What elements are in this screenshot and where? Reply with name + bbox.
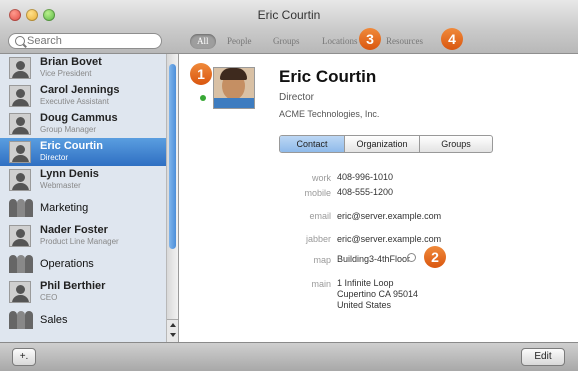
tab-contact[interactable]: Contact (280, 136, 345, 152)
contact-name: Carol Jennings (40, 84, 120, 96)
email-address[interactable]: eric@server.example.com (337, 211, 441, 221)
person-name: Eric Courtin (279, 67, 377, 86)
contact-row[interactable]: Nader Foster Product Line Manager (0, 222, 166, 250)
scope-all[interactable]: All (190, 34, 216, 49)
bottom-bar: +. Edit (0, 342, 578, 371)
contact-subtitle: CEO (40, 293, 58, 302)
search-input[interactable] (27, 34, 157, 48)
mobile-phone[interactable]: 408-555-1200 (337, 187, 393, 197)
callout-1: 1 (190, 63, 212, 85)
group-row[interactable]: Sales (0, 306, 166, 334)
contact-detail-pane: Eric Courtin Director ACME Technologies,… (179, 54, 578, 342)
person-icon (9, 225, 31, 247)
contact-subtitle: Product Line Manager (40, 237, 119, 246)
address-city[interactable]: Cupertino CA 95014 (337, 289, 418, 299)
person-title: Director (279, 92, 315, 103)
field-label: mobile (304, 188, 331, 198)
group-icon (9, 255, 33, 273)
field-label: jabber (305, 234, 331, 244)
contact-subtitle: Director (40, 153, 69, 162)
group-name: Sales (40, 314, 68, 326)
address-country[interactable]: United States (337, 300, 391, 310)
group-icon (9, 311, 33, 329)
field-label: email (309, 211, 331, 221)
add-button[interactable]: +. (12, 348, 36, 366)
person-icon (9, 85, 31, 107)
map-pin-icon[interactable] (407, 253, 416, 262)
contact-subtitle: Group Manager (40, 125, 97, 134)
contact-subtitle: Executive Assistant (40, 97, 109, 106)
work-phone[interactable]: 408-996-1010 (337, 172, 393, 182)
window-title: Eric Courtin (257, 8, 321, 22)
contact-row[interactable]: Brian Bovet Vice President (0, 54, 166, 82)
jabber-address[interactable]: eric@server.example.com (337, 234, 441, 244)
contact-name: Phil Berthier (40, 280, 106, 292)
scroll-arrows[interactable] (167, 319, 178, 342)
contact-row[interactable]: Doug Cammus Group Manager (0, 110, 166, 138)
contact-name: Eric Courtin (40, 140, 103, 152)
callout-3: 3 (359, 28, 381, 50)
scroll-down-icon[interactable] (170, 333, 176, 337)
group-name: Marketing (40, 202, 89, 214)
search-icon (15, 36, 25, 46)
person-icon (9, 281, 31, 303)
contact-name: Doug Cammus (40, 112, 118, 124)
contact-subtitle: Vice President (40, 69, 92, 78)
contacts-window: Eric Courtin All People Groups Locations… (0, 0, 578, 371)
person-icon (9, 169, 31, 191)
field-label: main (311, 279, 331, 289)
callout-4: 4 (441, 28, 463, 50)
person-icon (9, 141, 31, 163)
contact-row[interactable]: Lynn Denis Webmaster (0, 166, 166, 194)
group-name: Operations (40, 258, 94, 270)
contact-row[interactable]: Carol Jennings Executive Assistant (0, 82, 166, 110)
person-icon (9, 113, 31, 135)
contact-name: Nader Foster (40, 224, 108, 236)
contact-row-selected[interactable]: Eric Courtin Director (0, 138, 166, 166)
contact-row[interactable]: Phil Berthier CEO (0, 278, 166, 306)
scrollbar-thumb[interactable] (169, 64, 176, 249)
tab-organization[interactable]: Organization (345, 136, 420, 152)
detail-tabs: Contact Organization Groups (279, 135, 493, 153)
field-label: map (313, 255, 331, 265)
map-location[interactable]: Building3-4thFloor (337, 254, 410, 264)
contacts-sidebar: Brian Bovet Vice President Carol Jenning… (0, 54, 179, 342)
person-icon (9, 57, 31, 79)
group-icon (9, 199, 33, 217)
scope-people[interactable]: People (227, 34, 252, 49)
person-company: ACME Technologies, Inc. (279, 109, 380, 119)
title-bar: Eric Courtin (0, 0, 578, 32)
group-row[interactable]: Operations (0, 250, 166, 278)
contact-subtitle: Webmaster (40, 181, 81, 190)
sidebar-scrollbar[interactable] (166, 54, 178, 342)
scope-resources[interactable]: Resources (386, 34, 423, 49)
scroll-up-icon[interactable] (170, 323, 176, 327)
edit-button[interactable]: Edit (521, 348, 565, 366)
scope-groups[interactable]: Groups (273, 34, 300, 49)
field-label: work (311, 173, 331, 183)
contact-photo (213, 67, 255, 109)
group-row[interactable]: Marketing (0, 194, 166, 222)
callout-2: 2 (424, 246, 446, 268)
toolbar: All People Groups Locations Resources (0, 31, 578, 54)
contact-name: Lynn Denis (40, 168, 99, 180)
search-field[interactable] (8, 33, 162, 49)
scope-locations[interactable]: Locations (322, 34, 358, 49)
tab-groups[interactable]: Groups (420, 136, 492, 152)
contact-name: Brian Bovet (40, 56, 102, 68)
address-street[interactable]: 1 Infinite Loop (337, 278, 394, 288)
presence-indicator (200, 95, 206, 101)
